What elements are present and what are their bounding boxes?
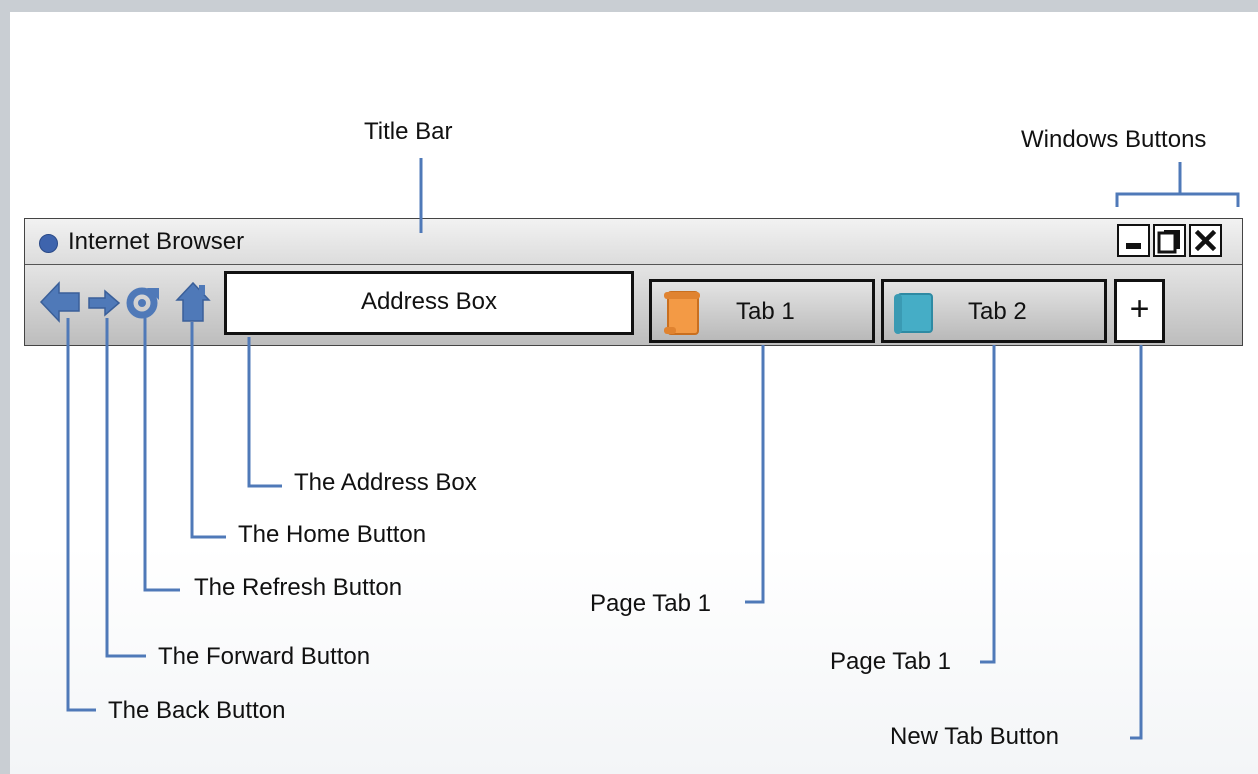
page-tab-1-leader [745, 345, 765, 604]
address-box-leader [247, 337, 282, 488]
forward-button-leader [105, 318, 146, 658]
refresh-button-leader [143, 318, 180, 592]
back-button-leader [66, 318, 96, 712]
windows-buttons-bracket [1115, 162, 1240, 207]
new-tab-leader [1130, 345, 1143, 740]
callout-lines [66, 158, 1240, 740]
page-tab-2-leader [980, 345, 996, 664]
home-button-leader [190, 322, 226, 539]
